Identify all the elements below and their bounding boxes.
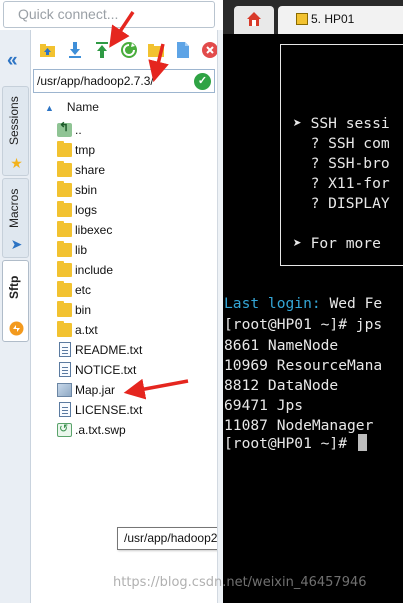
download-icon[interactable] bbox=[66, 41, 84, 59]
home-icon bbox=[247, 12, 261, 26]
file-list-item[interactable]: tmp bbox=[57, 140, 217, 160]
jps-output-line: 8812 DataNode bbox=[224, 377, 339, 394]
file-list-item[interactable]: Map.jar bbox=[57, 380, 217, 400]
file-name: tmp bbox=[75, 143, 96, 157]
file-name: logs bbox=[75, 203, 98, 217]
collapse-panel-icon[interactable]: « bbox=[7, 50, 18, 72]
info-line: ? DISPLAY bbox=[293, 195, 390, 212]
file-name: .. bbox=[75, 123, 82, 137]
folder-icon bbox=[57, 201, 72, 217]
file-name: Map.jar bbox=[75, 383, 116, 397]
file-list-item[interactable]: lib bbox=[57, 240, 217, 260]
last-login-line: Last login: Wed Fe bbox=[224, 294, 382, 314]
file-list-item[interactable]: a.txt bbox=[57, 320, 217, 340]
folder-icon bbox=[57, 161, 72, 177]
session-tab-hp01[interactable]: 5. HP01 bbox=[278, 6, 403, 34]
jps-output-line: 69471 Jps bbox=[224, 397, 304, 414]
path-confirm-icon[interactable]: ✓ bbox=[194, 73, 211, 90]
file-name: libexec bbox=[75, 223, 113, 237]
folder-icon bbox=[57, 241, 72, 257]
upload-icon[interactable] bbox=[93, 41, 111, 59]
side-tab-strip: « Sessions ★ Macros ➤ Sftp bbox=[0, 30, 31, 603]
file-list-item[interactable]: include bbox=[57, 260, 217, 280]
info-line: ? SSH com bbox=[293, 135, 390, 152]
file-name: include bbox=[75, 263, 114, 277]
file-list-item[interactable]: .a.txt.swp bbox=[57, 420, 217, 440]
file-list-item[interactable]: libexec bbox=[57, 220, 217, 240]
file-list-item[interactable]: share bbox=[57, 160, 217, 180]
text-file-icon bbox=[59, 362, 71, 377]
sftp-icon bbox=[9, 321, 24, 336]
jps-output-line: 10969 ResourceMana bbox=[224, 357, 383, 374]
jps-output-line: 11087 NodeManager bbox=[224, 417, 374, 434]
file-list-item[interactable]: LICENSE.txt bbox=[57, 400, 217, 420]
swap-file-icon bbox=[57, 422, 72, 437]
file-list-item[interactable]: sbin bbox=[57, 180, 217, 200]
folder-icon bbox=[57, 281, 72, 297]
file-name: bin bbox=[75, 303, 92, 317]
info-line: ? X11-for bbox=[293, 175, 390, 192]
tab-sftp[interactable]: Sftp bbox=[2, 260, 29, 342]
tab-sessions[interactable]: Sessions ★ bbox=[2, 86, 29, 176]
parent-folder-icon bbox=[57, 120, 72, 137]
text-file-icon bbox=[59, 342, 71, 357]
text-file-icon bbox=[59, 402, 71, 417]
sort-ascending-icon: ▲ bbox=[45, 103, 54, 113]
file-list-item[interactable]: etc bbox=[57, 280, 217, 300]
folder-icon bbox=[57, 321, 72, 337]
file-name: lib bbox=[75, 243, 88, 257]
home-tab[interactable] bbox=[234, 6, 274, 34]
folder-icon bbox=[57, 261, 72, 277]
file-name: etc bbox=[75, 283, 92, 297]
jps-output-line: 8661 NameNode bbox=[224, 337, 339, 354]
prompt-text: [root@HP01 ~]# bbox=[224, 435, 356, 452]
file-list-item[interactable]: logs bbox=[57, 200, 217, 220]
terminal[interactable]: ➤ SSH sessi ? SSH com ? SSH-bro ? X11-fo… bbox=[223, 34, 403, 603]
new-file-icon[interactable] bbox=[174, 41, 192, 59]
tab-sftp-label: Sftp bbox=[7, 275, 21, 299]
refresh-icon[interactable] bbox=[120, 41, 138, 59]
file-list-item[interactable]: .. bbox=[57, 120, 217, 140]
column-header-name[interactable]: ▲ Name bbox=[45, 100, 99, 114]
session-tab-label: 5. HP01 bbox=[311, 12, 355, 26]
session-tab-bar: 5. HP01 bbox=[223, 0, 403, 34]
prompt-command-line: [root@HP01 ~]# jps bbox=[224, 316, 383, 333]
file-name: share bbox=[75, 163, 106, 177]
file-name: a.txt bbox=[75, 323, 98, 337]
last-login-label: Last login: bbox=[224, 295, 321, 312]
send-icon: ➤ bbox=[10, 236, 23, 252]
info-line: ? SSH-bro bbox=[293, 155, 390, 172]
folder-icon bbox=[57, 221, 72, 237]
jar-file-icon bbox=[57, 383, 72, 397]
file-list-item[interactable]: README.txt bbox=[57, 340, 217, 360]
tab-sessions-label: Sessions bbox=[7, 96, 21, 146]
watermark: https://blog.csdn.net/weixin_46457946 bbox=[113, 575, 367, 590]
tab-macros[interactable]: Macros ➤ bbox=[2, 178, 29, 258]
folder-icon bbox=[57, 181, 72, 197]
file-list-item[interactable]: bin bbox=[57, 300, 217, 320]
folder-icon bbox=[57, 141, 72, 157]
file-name: LICENSE.txt bbox=[75, 403, 143, 417]
sftp-path-input[interactable]: /usr/app/hadoop2.7.3/ bbox=[33, 69, 215, 93]
quick-connect-input[interactable]: Quick connect... bbox=[3, 1, 215, 28]
terminal-cursor bbox=[357, 434, 367, 451]
info-line: ➤ For more bbox=[293, 235, 381, 252]
star-icon: ★ bbox=[10, 155, 23, 171]
file-name: .a.txt.swp bbox=[75, 423, 126, 437]
prompt-line: [root@HP01 ~]# bbox=[224, 434, 367, 454]
new-folder-icon[interactable] bbox=[147, 41, 165, 59]
file-name: NOTICE.txt bbox=[75, 363, 137, 377]
file-list-item[interactable]: NOTICE.txt bbox=[57, 360, 217, 380]
session-key-icon bbox=[296, 13, 308, 25]
file-name: README.txt bbox=[75, 343, 143, 357]
info-line: ➤ SSH sessi bbox=[293, 115, 390, 132]
column-header-label: Name bbox=[66, 100, 99, 114]
upload-folder-icon[interactable] bbox=[39, 41, 57, 59]
folder-icon bbox=[57, 301, 72, 317]
last-login-value: Wed Fe bbox=[320, 295, 383, 312]
tab-macros-label: Macros bbox=[7, 188, 21, 228]
file-name: sbin bbox=[75, 183, 98, 197]
